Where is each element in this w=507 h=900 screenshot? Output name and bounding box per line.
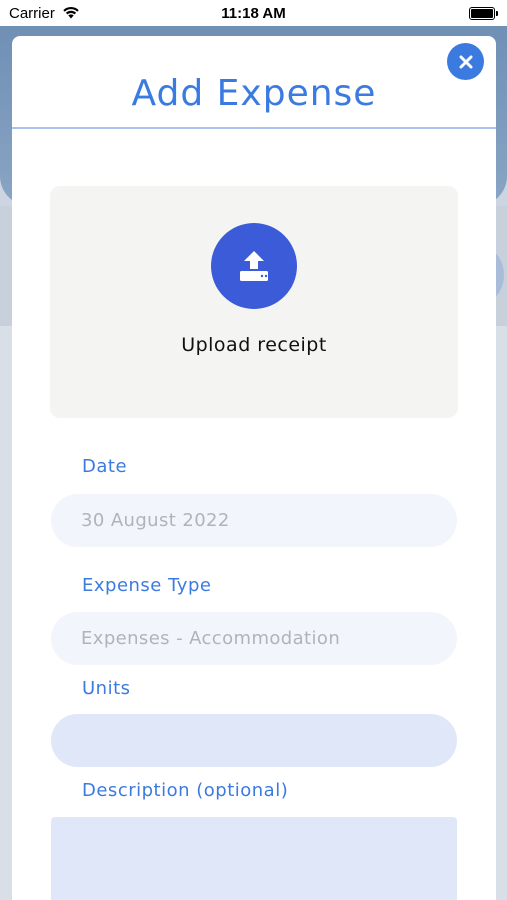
upload-button[interactable]: [211, 223, 297, 309]
battery-icon: [469, 7, 498, 20]
description-label: Description (optional): [82, 780, 289, 801]
upload-receipt-area[interactable]: Upload receipt: [50, 186, 458, 418]
upload-receipt-label: Upload receipt: [181, 334, 327, 356]
status-time: 11:18 AM: [221, 5, 286, 22]
description-input[interactable]: [51, 817, 457, 900]
modal-title: Add Expense: [131, 73, 377, 114]
upload-icon: [240, 251, 268, 281]
units-input[interactable]: [51, 714, 457, 767]
expense-type-label: Expense Type: [82, 575, 212, 596]
title-divider: [12, 127, 496, 129]
expense-type-field[interactable]: Expenses - Accommodation: [51, 612, 457, 665]
date-label: Date: [82, 456, 128, 477]
add-expense-modal: Add Expense Upload receipt Date 30 Augus…: [12, 36, 496, 900]
close-button[interactable]: [447, 43, 484, 80]
status-bar: Carrier 11:18 AM: [0, 0, 507, 26]
close-icon: [459, 55, 472, 68]
units-label: Units: [82, 678, 131, 699]
date-field[interactable]: 30 August 2022: [51, 494, 457, 547]
